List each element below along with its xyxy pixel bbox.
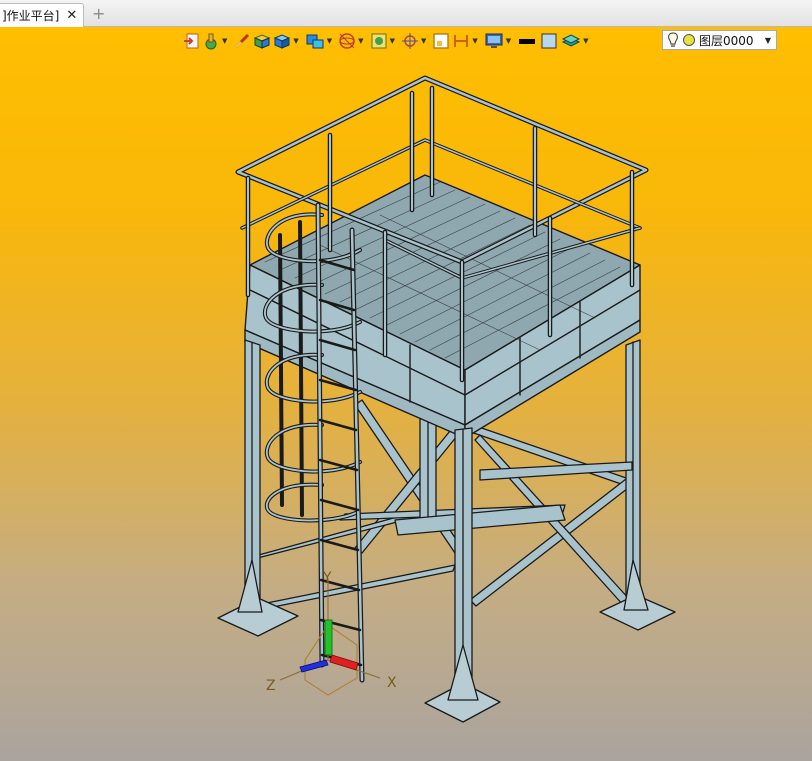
target-button[interactable]: [400, 31, 420, 51]
3d-viewport[interactable]: Y X Z ▼ ▼ ▼ ▼ ▼ ▼ ▼ ▼ ▼ 图层0000 ▼: [0, 27, 812, 761]
layer-stack-icon: [562, 34, 581, 47]
layer-name: 图层0000: [699, 33, 754, 48]
line-tool-icon: [235, 33, 250, 49]
dimension-dropdown-arrow[interactable]: ▼: [472, 37, 477, 45]
line-color-button[interactable]: [516, 31, 538, 51]
target-dropdown-arrow[interactable]: ▼: [421, 37, 426, 45]
document-tab[interactable]: ]作业平台] ✕: [0, 3, 84, 27]
sketch-dropdown-arrow[interactable]: ▼: [222, 37, 227, 45]
fill-color-button[interactable]: [538, 31, 560, 51]
view-toolbar: ▼ ▼ ▼ ▼ ▼ ▼ ▼ ▼ ▼: [181, 30, 594, 52]
close-tab-icon[interactable]: ✕: [66, 9, 77, 22]
fill-color-icon: [541, 33, 557, 49]
z-axis-label: Z: [266, 678, 276, 694]
frame-icon: [433, 33, 450, 49]
document-tab-bar: ]作业平台] ✕ +: [0, 0, 812, 27]
bracing: [249, 399, 633, 611]
sketch-button[interactable]: [201, 31, 221, 51]
box-icon: [254, 34, 271, 49]
shaded-frame-icon: [371, 33, 387, 49]
display-icon: [485, 33, 503, 48]
platform-model: Y X Z: [217, 75, 676, 723]
sphere-wire-button[interactable]: [337, 31, 357, 51]
layer-dropdown-arrow[interactable]: ▼: [765, 36, 771, 45]
sphere-wire-icon: [339, 33, 355, 49]
line-color-icon: [519, 39, 536, 44]
dimension-icon: [454, 35, 469, 47]
box-button[interactable]: [252, 31, 272, 51]
dimension-button[interactable]: [451, 31, 471, 51]
lightbulb-icon: [668, 32, 678, 47]
exit-sketch-button[interactable]: [181, 31, 201, 51]
display-button[interactable]: [483, 31, 505, 51]
cube-icon: [274, 34, 291, 49]
layer-stack-dropdown-arrow[interactable]: ▼: [583, 37, 588, 45]
target-icon: [401, 33, 418, 49]
new-tab-icon[interactable]: +: [92, 4, 105, 23]
axis-triad: Y X Z: [266, 570, 397, 696]
extrude-dropdown-arrow[interactable]: ▼: [327, 37, 332, 45]
document-tab-label: ]作业平台]: [2, 9, 60, 23]
cube-button[interactable]: [272, 31, 292, 51]
layer-color-icon: [683, 34, 695, 46]
sphere-dropdown-arrow[interactable]: ▼: [358, 37, 363, 45]
y-axis-label: Y: [322, 570, 332, 586]
shaded-frame-button[interactable]: [369, 31, 389, 51]
layer-stack-button[interactable]: [560, 31, 582, 51]
shaded-dropdown-arrow[interactable]: ▼: [390, 37, 395, 45]
frame-button[interactable]: [431, 31, 451, 51]
cube-dropdown-arrow[interactable]: ▼: [293, 37, 298, 45]
display-dropdown-arrow[interactable]: ▼: [506, 37, 511, 45]
x-axis-label: X: [387, 675, 397, 691]
extrude-icon: [306, 34, 324, 49]
sketch-icon: [205, 33, 217, 50]
exit-sketch-icon: [184, 33, 199, 49]
line-tool-button[interactable]: [232, 31, 252, 51]
extrude-button[interactable]: [304, 31, 326, 51]
layer-selector[interactable]: 图层0000 ▼: [662, 30, 777, 50]
